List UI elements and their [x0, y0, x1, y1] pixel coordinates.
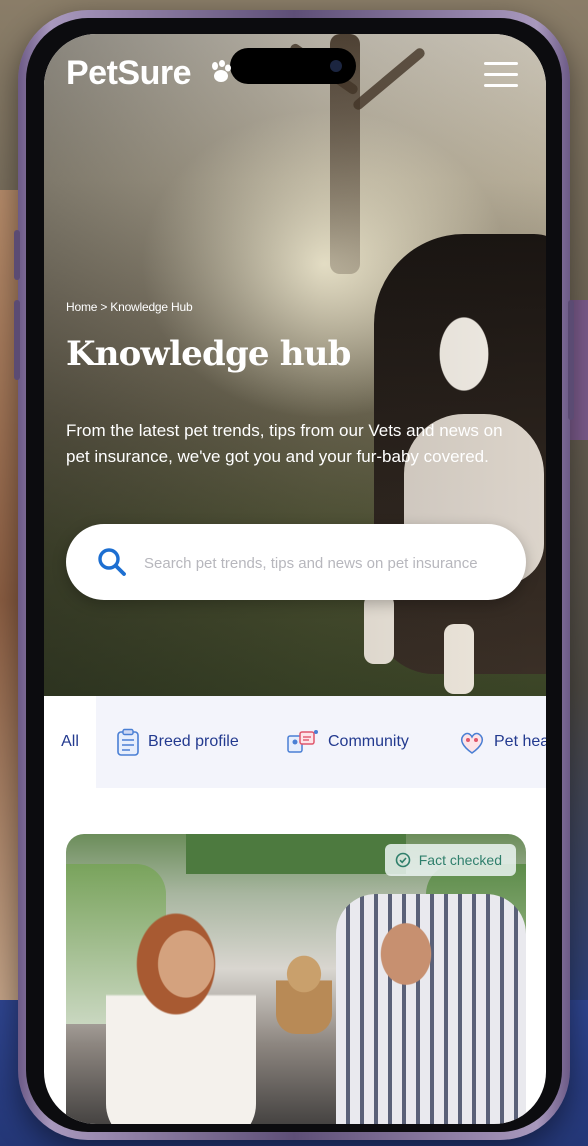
phone-side-button: [14, 230, 20, 280]
tab-breed-profile[interactable]: Breed profile: [116, 696, 239, 788]
page-title: Knowledge hub: [66, 334, 351, 374]
card-image-dog: [276, 944, 332, 1034]
tab-label: Breed profile: [148, 733, 239, 750]
card-image-woman: [106, 894, 256, 1124]
search-input[interactable]: [142, 546, 506, 580]
breadcrumb-separator: >: [97, 300, 111, 314]
search-icon[interactable]: [96, 546, 128, 578]
menu-line: [484, 73, 518, 76]
badge-label: Fact checked: [418, 852, 502, 868]
camera-icon: [330, 60, 342, 72]
menu-line: [484, 84, 518, 87]
tab-label: Pet health: [494, 733, 546, 750]
page-subtitle: From the latest pet trends, tips from ou…: [66, 421, 503, 466]
card-image-roof: [186, 834, 406, 874]
petsure-logo[interactable]: PetSure: [66, 54, 192, 93]
dynamic-island: [230, 48, 356, 84]
pet-health-icon: [458, 728, 486, 756]
paw-icon: [212, 60, 231, 82]
hamburger-menu-button[interactable]: [484, 62, 518, 88]
tab-label: Community: [328, 733, 409, 750]
fact-checked-badge: Fact checked: [384, 844, 516, 876]
card-image-man: [336, 894, 526, 1124]
breadcrumb-home-link[interactable]: Home: [66, 300, 97, 314]
phone-screen: PetSure Home > Knowledge Hub Knowledge h…: [44, 34, 546, 1124]
community-icon: [286, 728, 320, 756]
phone-side-button: [14, 300, 20, 380]
phone-side-button: [568, 300, 574, 420]
tab-community[interactable]: Community: [286, 696, 409, 788]
check-circle-icon: [395, 852, 411, 868]
breadcrumb: Home > Knowledge Hub: [66, 300, 193, 314]
menu-line: [484, 62, 518, 65]
search-bar[interactable]: [66, 524, 526, 600]
tab-label: All: [61, 733, 79, 750]
clipboard-icon: [116, 728, 140, 756]
tab-pet-health[interactable]: Pet health: [458, 696, 546, 788]
tab-all[interactable]: All: [44, 696, 96, 788]
article-card[interactable]: Fact checked: [66, 834, 526, 1124]
breadcrumb-current: Knowledge Hub: [110, 300, 193, 314]
hero-section: PetSure Home > Knowledge Hub Knowledge h…: [44, 34, 546, 696]
category-tabs: All Breed profile Community Pet hea: [44, 696, 546, 788]
